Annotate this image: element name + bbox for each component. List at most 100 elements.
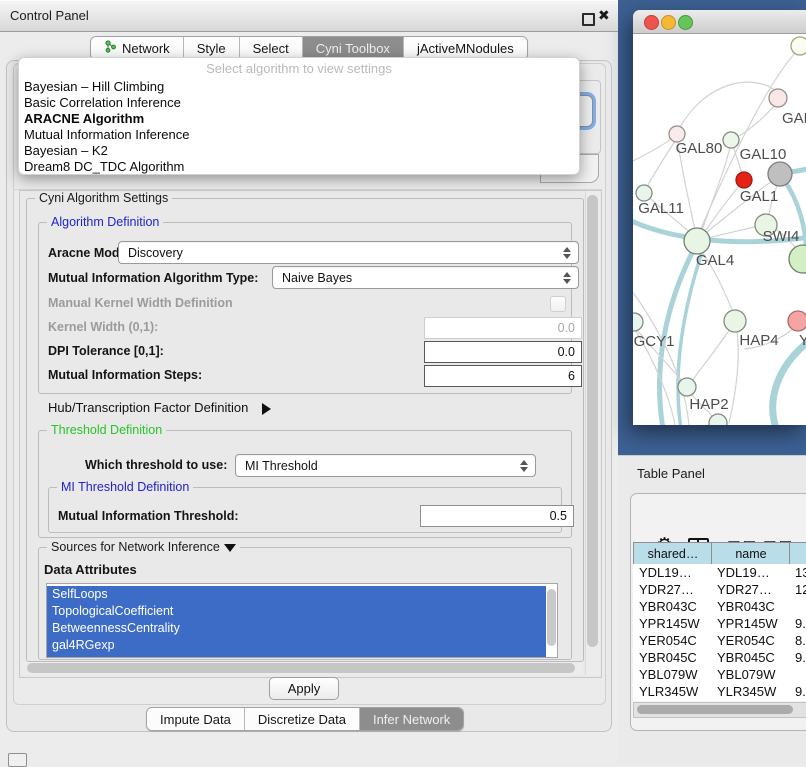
mi-steps-field[interactable]: 6 xyxy=(424,365,582,387)
table-cell[interactable]: YDL19… xyxy=(711,564,789,581)
network-window-titlebar[interactable] xyxy=(633,10,806,34)
network-node-gal10[interactable] xyxy=(723,132,739,148)
algorithm-option-mutual-information[interactable]: Mutual Information Inference xyxy=(24,127,189,142)
table-cell[interactable]: YDR27… xyxy=(633,581,711,598)
column-header-shared[interactable]: shared… xyxy=(633,542,713,565)
table-cell[interactable]: 8. xyxy=(789,632,806,649)
tab-select[interactable]: Select xyxy=(240,37,303,59)
tab-cyni-toolbox[interactable]: Cyni Toolbox xyxy=(303,37,404,59)
mi-type-select[interactable]: Naive Bayes xyxy=(272,266,579,289)
tab-jactivemnodules[interactable]: jActiveMNodules xyxy=(404,37,527,59)
table-cell[interactable]: 9. xyxy=(789,683,806,700)
network-edge[interactable] xyxy=(633,137,673,163)
table-cell[interactable]: YPR145W xyxy=(711,615,789,632)
table-cell[interactable]: YER054C xyxy=(711,632,789,649)
manual-kernel-checkbox[interactable] xyxy=(550,296,566,312)
table-cell[interactable]: 12 xyxy=(789,581,806,598)
table-row[interactable]: YDL19…YDL19…13 xyxy=(633,564,806,581)
close-panel-icon[interactable]: ✖ xyxy=(598,7,610,24)
tab-impute-data[interactable]: Impute Data xyxy=(147,708,245,730)
settings-hscrollbar-thumb[interactable] xyxy=(27,663,575,673)
column-header-name[interactable]: name xyxy=(711,542,791,565)
float-window-icon[interactable] xyxy=(582,13,595,26)
table-cell[interactable]: 9. xyxy=(789,700,806,701)
tab-network[interactable]: Network xyxy=(91,37,184,59)
list-item-topologicalcoefficient[interactable]: TopologicalCoefficient xyxy=(47,603,546,620)
network-node-swi4[interactable] xyxy=(789,245,806,273)
table-cell[interactable] xyxy=(789,666,806,683)
window-close-button[interactable] xyxy=(644,15,659,30)
tab-discretize-data[interactable]: Discretize Data xyxy=(245,708,360,730)
table-cell[interactable]: YBR045C xyxy=(633,649,711,666)
algorithm-option-dream8[interactable]: Dream8 DC_TDC Algorithm xyxy=(24,159,184,174)
table-cell[interactable]: YBR045C xyxy=(711,649,789,666)
table-row[interactable]: YPR145WYPR145W9. xyxy=(633,615,806,632)
network-node-gal11[interactable] xyxy=(636,185,652,201)
network-node-gal1[interactable] xyxy=(736,172,752,188)
network-node[interactable] xyxy=(791,37,806,55)
expand-arrow-icon[interactable] xyxy=(224,544,236,552)
table-cell[interactable]: YBL079W xyxy=(711,666,789,683)
network-graph[interactable]: GALGAL80GAL10GAL1GAL11GAL4SWI4GCY1YHAP4H… xyxy=(633,33,806,425)
network-edge[interactable] xyxy=(773,339,806,425)
network-canvas[interactable]: GALGAL80GAL10GAL1GAL11GAL4SWI4GCY1YHAP4H… xyxy=(633,33,806,425)
control-panel-titlebar[interactable]: Control Panel ✖ xyxy=(0,0,618,32)
algorithm-option-bayesian-hill-climbing[interactable]: Bayesian – Hill Climbing xyxy=(24,79,164,94)
network-edge[interactable] xyxy=(701,184,741,237)
dpi-tolerance-field[interactable]: 0.0 xyxy=(424,341,582,363)
table-cell[interactable]: 13 xyxy=(789,564,806,581)
table-cell[interactable]: YIL052C xyxy=(633,700,711,701)
network-edge[interactable] xyxy=(692,329,730,381)
algorithm-option-bayesian-k2[interactable]: Bayesian – K2 xyxy=(24,143,108,158)
table-cell[interactable]: YDR27… xyxy=(711,581,789,598)
table-cell[interactable]: YLR345W xyxy=(633,683,711,700)
window-minimize-button[interactable] xyxy=(661,15,676,30)
table-row[interactable]: YBR043CYBR043C xyxy=(633,598,806,615)
algorithm-option-basic-correlation[interactable]: Basic Correlation Inference xyxy=(24,95,181,110)
settings-vscrollbar-thumb[interactable] xyxy=(587,195,598,647)
table-cell[interactable]: YBR043C xyxy=(711,598,789,615)
list-item-gal4rgexp[interactable]: gal4RGexp xyxy=(47,637,546,654)
apply-button[interactable]: Apply xyxy=(269,677,339,700)
table-cell[interactable]: YBL079W xyxy=(633,666,711,683)
table-cell[interactable]: YER054C xyxy=(633,632,711,649)
column-header-partial[interactable]: A xyxy=(789,542,806,565)
hub-definition-toggle[interactable]: Hub/Transcription Factor Definition xyxy=(48,400,271,415)
table-row[interactable]: YLR345WYLR345W9. xyxy=(633,683,806,700)
network-node-gal[interactable] xyxy=(769,89,787,107)
table-row[interactable]: YBL079WYBL079W xyxy=(633,666,806,683)
mi-threshold-field[interactable]: 0.5 xyxy=(420,505,574,527)
tab-infer-network[interactable]: Infer Network xyxy=(360,708,463,730)
network-node-y[interactable] xyxy=(788,311,806,331)
list-item-selfloops[interactable]: SelfLoops xyxy=(47,586,546,603)
table-row[interactable]: YDR27…YDR27…12 xyxy=(633,581,806,598)
list-scrollbar-thumb[interactable] xyxy=(547,589,556,646)
network-edge[interactable] xyxy=(729,331,738,423)
table-cell[interactable]: YIL052C xyxy=(711,700,789,701)
network-edge[interactable] xyxy=(737,105,775,137)
network-node-gal4[interactable] xyxy=(684,228,710,254)
table-cell[interactable]: YLR345W xyxy=(711,683,789,700)
table-row[interactable]: YER054CYER054C8. xyxy=(633,632,806,649)
table-rows[interactable]: YDL19…YDL19…13YDR27…YDR27…12YBR043CYBR04… xyxy=(633,564,806,701)
window-zoom-button[interactable] xyxy=(678,15,693,30)
network-node-hap4[interactable] xyxy=(724,310,746,332)
table-horizontal-scrollbar[interactable] xyxy=(633,702,806,718)
network-node-hap2[interactable] xyxy=(678,378,696,396)
list-item-betweennesscentrality[interactable]: BetweennessCentrality xyxy=(47,620,546,637)
table-cell[interactable]: YDL19… xyxy=(633,564,711,581)
collapsed-panel-button[interactable] xyxy=(8,753,27,767)
algorithm-option-aracne[interactable]: ARACNE Algorithm xyxy=(24,111,144,126)
table-cell[interactable] xyxy=(789,598,806,615)
network-node-gcy1[interactable] xyxy=(633,313,643,331)
which-threshold-select[interactable]: MI Threshold xyxy=(235,454,536,477)
aracne-mode-select[interactable]: Discovery xyxy=(118,241,579,264)
network-edge[interactable] xyxy=(699,143,731,239)
table-cell[interactable]: YBR043C xyxy=(633,598,711,615)
table-cell[interactable]: YPR145W xyxy=(633,615,711,632)
kernel-width-field[interactable]: 0.0 xyxy=(424,317,582,339)
network-edge[interactable] xyxy=(647,141,675,187)
table-row[interactable]: YIL052CYIL052C9. xyxy=(633,700,806,701)
network-view-window[interactable]: GALGAL80GAL10GAL1GAL11GAL4SWI4GCY1YHAP4H… xyxy=(633,10,806,425)
table-cell[interactable]: 9. xyxy=(789,615,806,632)
